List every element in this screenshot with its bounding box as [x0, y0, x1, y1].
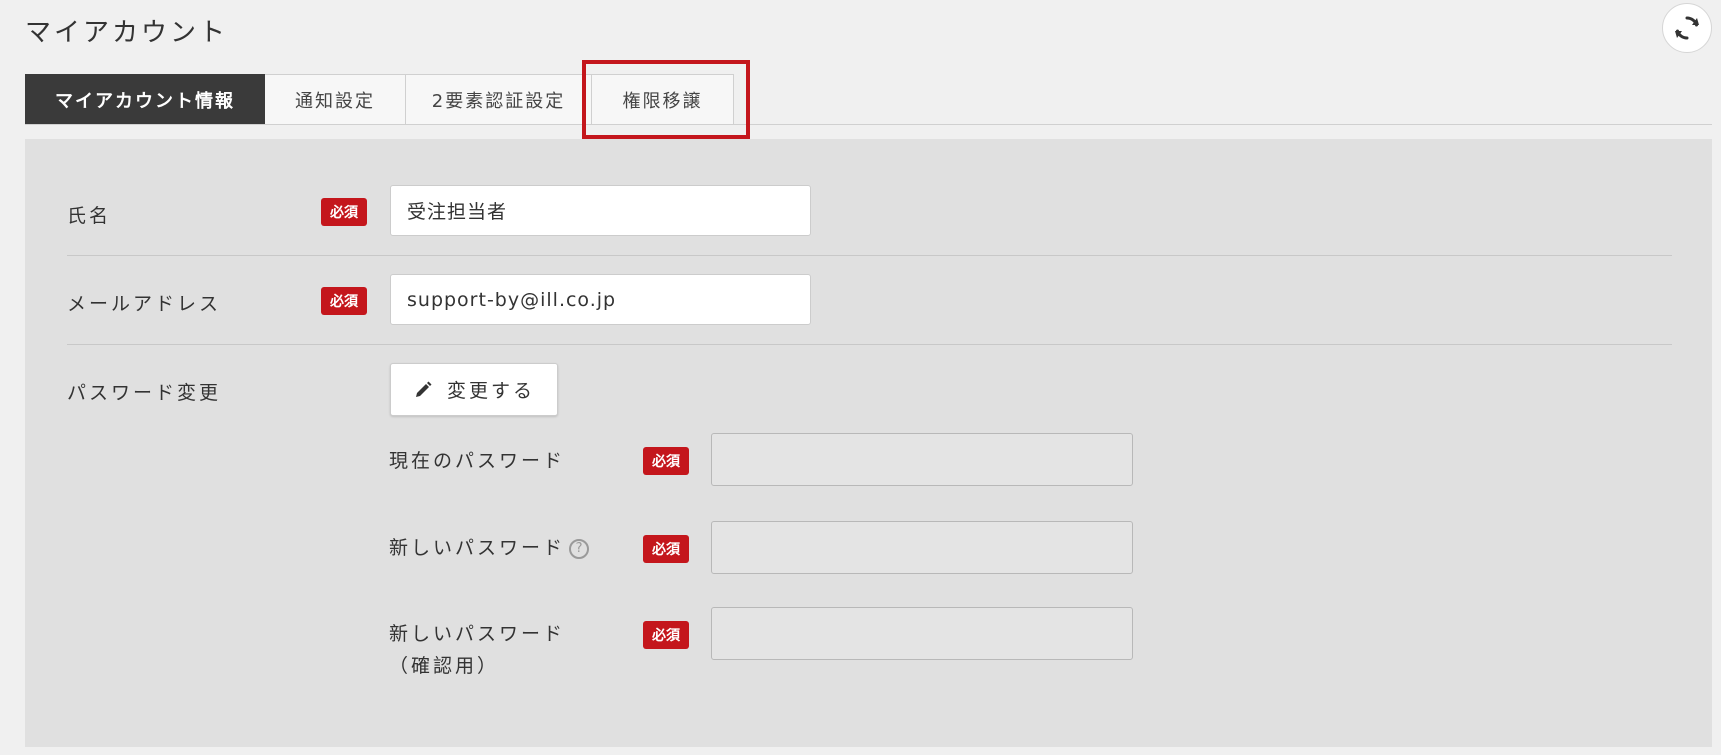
required-badge: 必須: [321, 287, 367, 315]
required-badge: 必須: [643, 447, 689, 475]
name-input[interactable]: [390, 185, 811, 236]
page-title: マイアカウント: [25, 18, 229, 48]
required-badge: 必須: [643, 621, 689, 649]
row-divider: [67, 344, 1672, 345]
confirm-password-label-line1: 新しいパスワード: [389, 623, 566, 645]
confirm-password-input[interactable]: [711, 607, 1133, 660]
new-password-label: 新しいパスワード: [389, 537, 566, 559]
pencil-icon: [415, 381, 432, 397]
question-icon[interactable]: ?: [569, 538, 590, 559]
current-password-label: 現在のパスワード: [389, 450, 566, 472]
account-form-panel: 氏名 必須 メールアドレス 必須 パスワード変更 変更する 現在のパスワード 必…: [25, 139, 1712, 747]
tab-bar: マイアカウント情報 通知設定 2要素認証設定 権限移譲: [25, 74, 734, 125]
confirm-password-label: 新しいパスワード （確認用）: [389, 618, 565, 682]
current-password-input[interactable]: [711, 433, 1133, 486]
confirm-password-label-line2: （確認用）: [389, 655, 500, 677]
change-password-label: 変更する: [446, 380, 535, 402]
refresh-icon: [1675, 16, 1699, 40]
required-badge: 必須: [321, 198, 367, 226]
email-input[interactable]: [390, 274, 811, 325]
required-badge: 必須: [643, 535, 689, 563]
refresh-button[interactable]: [1662, 3, 1712, 53]
tab-my-account-info[interactable]: マイアカウント情報: [25, 74, 265, 125]
new-password-label-wrap: 新しいパスワード?: [389, 532, 590, 564]
change-password-button[interactable]: 変更する: [390, 363, 558, 416]
tab-notification-settings[interactable]: 通知設定: [265, 74, 406, 125]
email-label: メールアドレス: [67, 293, 222, 315]
tab-underline: [25, 124, 1712, 125]
name-label: 氏名: [67, 205, 112, 227]
tab-permission-transfer[interactable]: 権限移譲: [592, 74, 734, 125]
password-change-label: パスワード変更: [67, 382, 222, 404]
tab-two-factor-settings[interactable]: 2要素認証設定: [406, 74, 592, 125]
new-password-input[interactable]: [711, 521, 1133, 574]
row-divider: [67, 255, 1672, 256]
